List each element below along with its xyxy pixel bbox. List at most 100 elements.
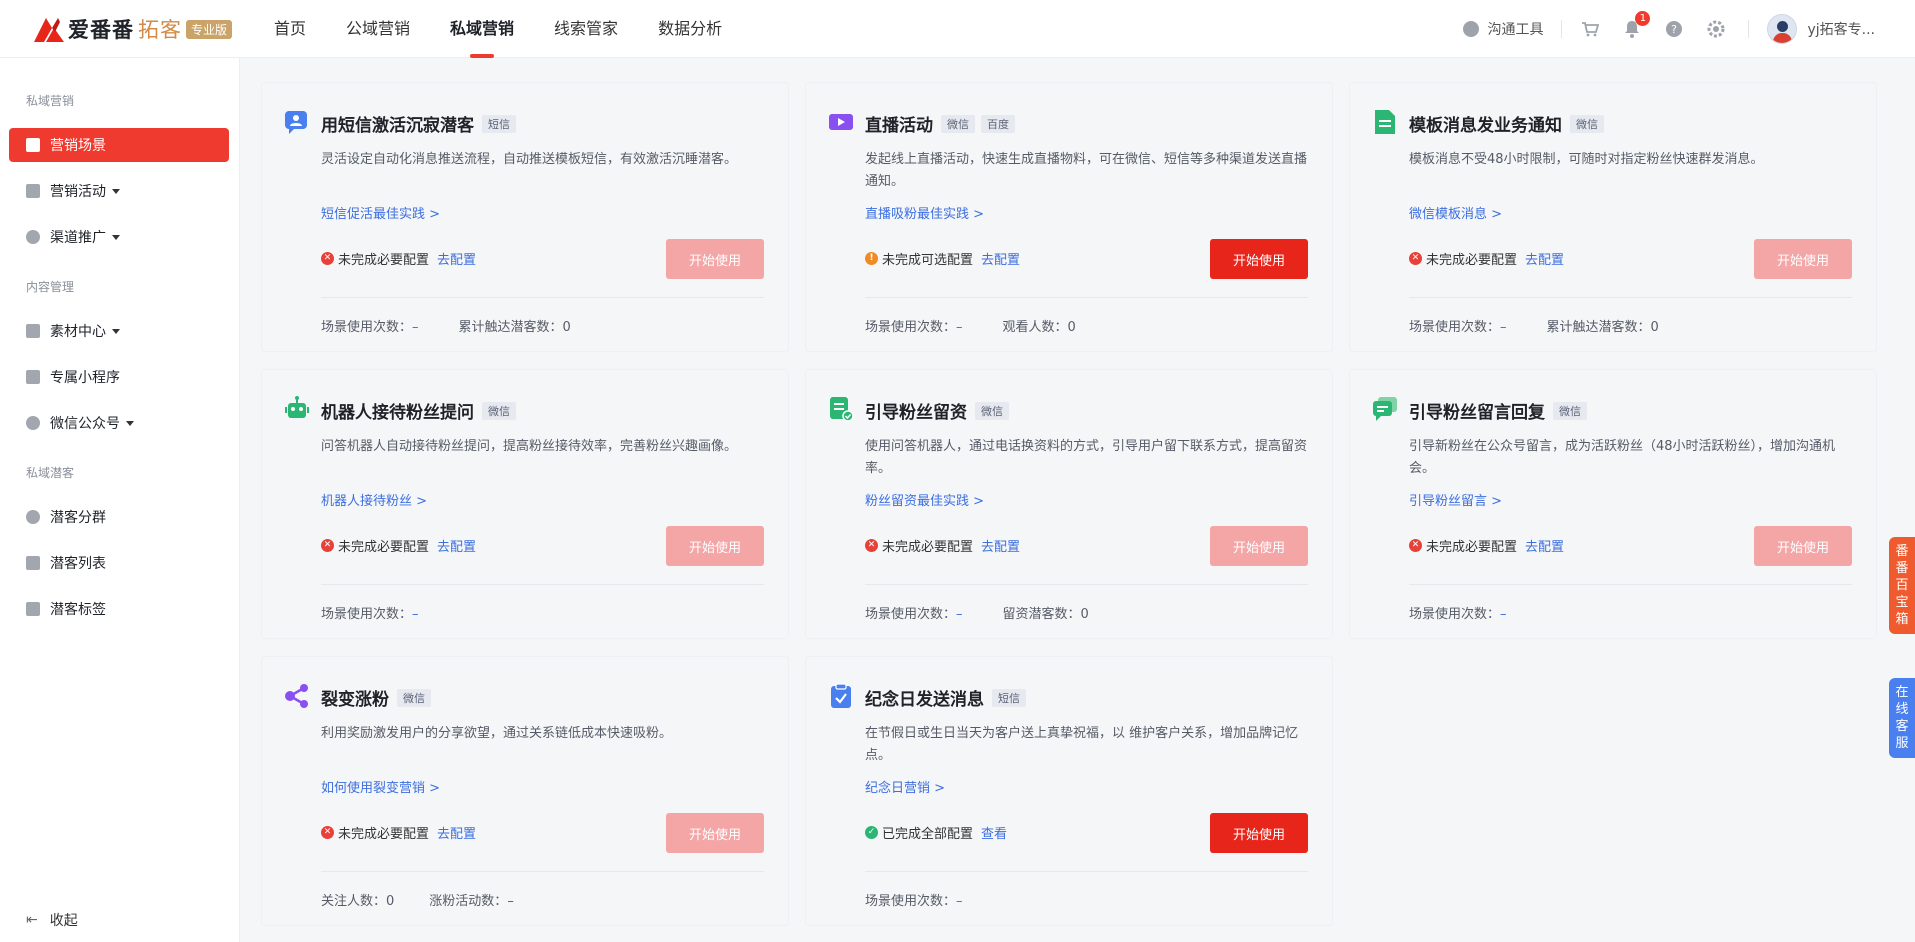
communication-tool-label: 沟通工具 [1487,22,1544,38]
best-practice-link[interactable]: 机器人接待粉丝 > [321,490,427,509]
online-service-tab[interactable]: 在线客服 [1889,678,1915,758]
sidebar-item-tags[interactable]: 潜客标签 [9,592,229,626]
chevron-down-icon [112,234,120,240]
form-check-icon [830,397,854,422]
cart-icon[interactable] [1580,19,1600,39]
best-practice-link[interactable]: 纪念日营销 > [865,777,945,796]
sidebar-item-materials[interactable]: 素材中心 [9,314,229,348]
stat-usage: 场景使用次数：– [865,603,963,622]
brand-name: 爱番番 [68,18,134,42]
sidebar-item-prospect-list[interactable]: 潜客列表 [9,546,229,580]
card-stats: 关注人数：0 涨粉活动数：– [321,890,554,909]
status-text: 未完成必要配置 [338,253,430,268]
channel-tag: 微信 [482,401,516,420]
configure-link[interactable]: 去配置 [981,536,1020,555]
stat-label: 观看人数： [1002,320,1068,335]
configure-link[interactable]: 去配置 [1525,249,1564,268]
divider [1409,584,1852,585]
config-status: ✕ 未完成必要配置 去配置 [1409,536,1564,555]
configure-link[interactable]: 去配置 [437,536,476,555]
sidebar-item-scenes[interactable]: 营销场景 [9,128,229,162]
start-button[interactable]: 开始使用 [666,526,764,566]
card-title: 直播活动 微信 百度 [865,111,1015,136]
sidebar-item-activities[interactable]: 营销活动 [9,174,229,208]
view-link[interactable]: 查看 [981,823,1007,842]
config-status: ✓ 已完成全部配置 查看 [865,823,1007,842]
users-icon [26,510,40,524]
stat-value: 0 [1067,320,1076,335]
divider [865,297,1308,298]
configure-link[interactable]: 去配置 [437,249,476,268]
video-icon [829,114,853,130]
settings-icon[interactable] [1706,19,1726,39]
start-button[interactable]: 开始使用 [666,239,764,279]
channel-tag: 微信 [941,114,975,133]
start-button[interactable]: 开始使用 [1754,526,1852,566]
sidebar-item-label: 潜客标签 [50,602,106,618]
nav-analytics[interactable]: 数据分析 [658,0,722,58]
stat-label: 场景使用次数： [865,607,957,622]
card-title: 机器人接待粉丝提问 微信 [321,398,516,423]
stat-reach: 累计触达潜客数：0 [459,316,571,335]
sidebar-item-segments[interactable]: 潜客分群 [9,500,229,534]
avatar[interactable] [1767,14,1798,44]
best-practice-link[interactable]: 直播吸粉最佳实践 > [865,203,984,222]
help-icon[interactable]: ? [1664,19,1684,39]
stat-viewers: 观看人数：0 [1003,316,1076,335]
sidebar-item-miniprogram[interactable]: 专属小程序 [9,360,229,394]
card-description: 引导新粉丝在公众号留言，成为活跃粉丝（48小时活跃粉丝），增加沟通机会。 [1409,439,1836,476]
stat-value: – [1500,607,1507,622]
nav-leads[interactable]: 线索管家 [554,0,618,58]
scene-card: 纪念日发送消息 短信 在节假日或生日当天为客户送上真挚祝福，以 维护客户关系，增加… [805,656,1333,926]
card-title-text: 引导粉丝留言回复 [1409,403,1545,423]
sidebar-item-wechat-oa[interactable]: 微信公众号 [9,406,229,440]
warning-icon: ! [865,252,878,265]
card-title-text: 纪念日发送消息 [865,690,984,710]
bell-icon[interactable]: 1 [1622,11,1651,39]
error-icon: ✕ [1409,539,1422,552]
start-button[interactable]: 开始使用 [1754,239,1852,279]
card-description: 在节假日或生日当天为客户送上真挚祝福，以 维护客户关系，增加品牌记忆点。 [865,726,1299,763]
toolbox-tab[interactable]: 番番百宝箱 [1889,537,1915,634]
collapse-sidebar-button[interactable]: ⇤ 收起 [26,910,78,930]
start-button[interactable]: 开始使用 [1210,526,1308,566]
nav-home[interactable]: 首页 [274,0,306,58]
collapse-icon: ⇤ [26,912,38,928]
best-practice-link[interactable]: 粉丝留资最佳实践 > [865,490,984,509]
configure-link[interactable]: 去配置 [1525,536,1564,555]
divider [1409,297,1852,298]
start-button[interactable]: 开始使用 [666,813,764,853]
brand-logo[interactable]: 爱番番 拓客 专业版 [32,14,233,44]
toolbox-tab-label: 番番百宝箱 [1895,544,1909,627]
chat-icon [1463,21,1480,37]
best-practice-link[interactable]: 如何使用裂变营销 > [321,777,440,796]
channel-tag: 微信 [975,401,1009,420]
sidebar-group-prospects: 私域潜客 [26,466,75,480]
configure-link[interactable]: 去配置 [981,249,1020,268]
best-practice-link[interactable]: 引导粉丝留言 > [1409,490,1502,509]
nav-private-marketing[interactable]: 私域营销 [450,0,514,58]
sidebar-item-label: 营销活动 [50,184,106,200]
nav-public-marketing[interactable]: 公域营销 [346,0,410,58]
user-name[interactable]: yj拓客专... [1807,19,1875,39]
header-tools: 沟通工具 1 ? yj拓客专... [1463,0,1875,58]
card-title: 纪念日发送消息 短信 [865,685,1026,710]
top-header: 爱番番 拓客 专业版 首页 公域营销 私域营销 线索管家 数据分析 沟通工具 1… [0,0,1915,58]
best-practice-link[interactable]: 短信促活最佳实践 > [321,203,440,222]
brand-sub: 拓客 [138,18,182,42]
stat-value: – [956,607,963,622]
stat-value: 0 [386,894,395,909]
start-button[interactable]: 开始使用 [1210,239,1308,279]
divider [1561,20,1563,38]
configure-link[interactable]: 去配置 [437,823,476,842]
status-text: 已完成全部配置 [882,827,974,842]
scene-card: 机器人接待粉丝提问 微信 问答机器人自动接待粉丝提问，提高粉丝接待效率，完善粉丝兴… [261,369,789,639]
communication-tool[interactable]: 沟通工具 [1463,19,1543,39]
card-description: 模板消息不受48小时限制，可随时对指定粉丝快速群发消息。 [1409,152,1764,167]
sidebar-item-channels[interactable]: 渠道推广 [9,220,229,254]
best-practice-link[interactable]: 微信模板消息 > [1409,203,1502,222]
stat-usage: 场景使用次数：– [1409,603,1507,622]
sidebar-item-label: 潜客列表 [50,556,106,572]
stat-value: 0 [1650,320,1659,335]
start-button[interactable]: 开始使用 [1210,813,1308,853]
